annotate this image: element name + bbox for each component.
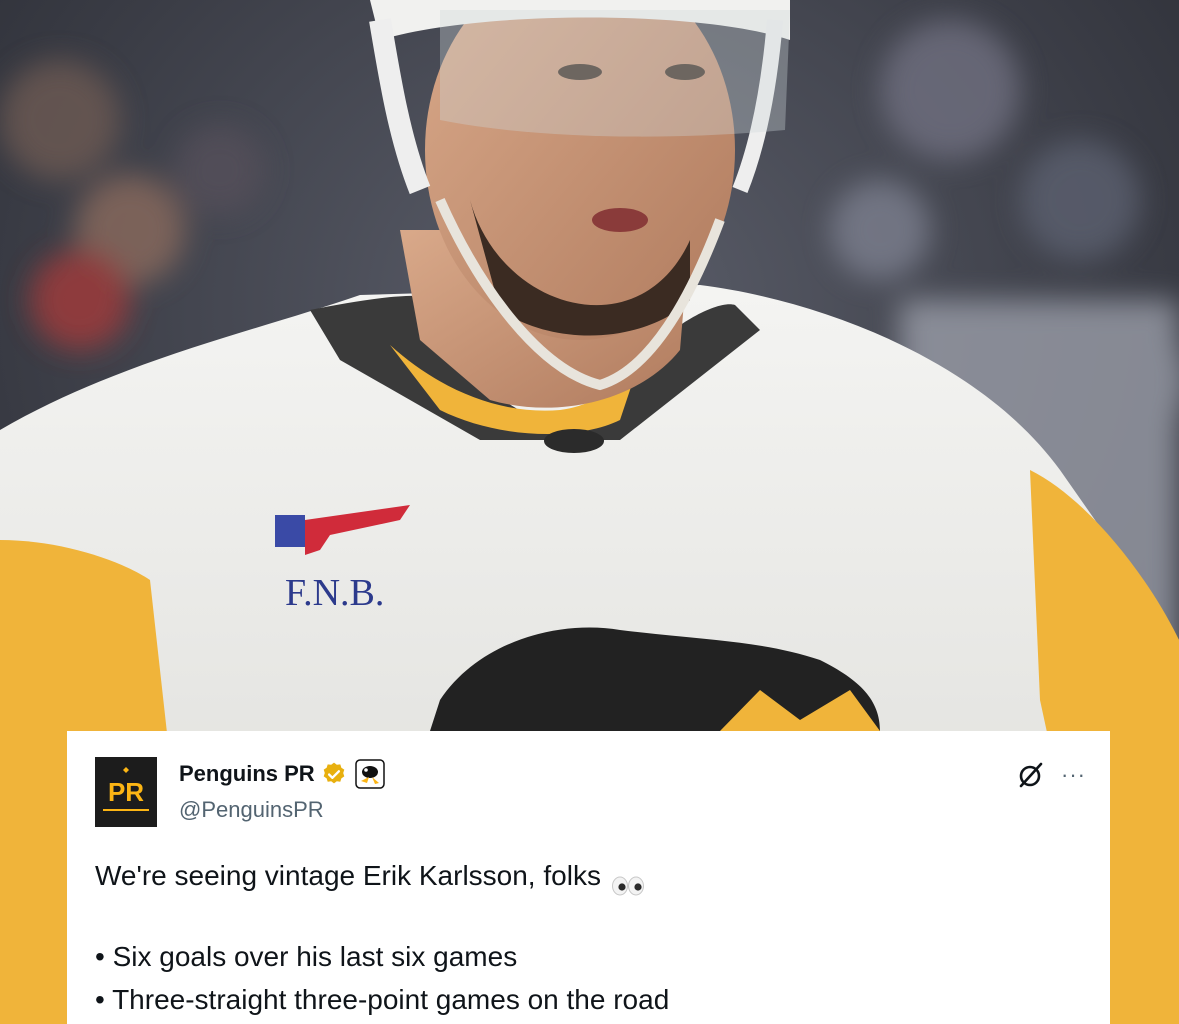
tweet-actions: ··· xyxy=(1015,759,1086,791)
avatar-text: PR xyxy=(108,777,144,807)
eyes-emoji-icon xyxy=(611,867,645,896)
penguins-logo-icon[interactable] xyxy=(354,759,385,789)
avatar[interactable]: PR xyxy=(95,757,157,827)
tweet-text: We're seeing vintage Erik Karlsson, folk… xyxy=(95,855,1082,1021)
grok-icon[interactable] xyxy=(1015,759,1047,791)
verified-badge-icon xyxy=(321,761,347,787)
tweet-bullet-list: • Six goals over his last six games • Th… xyxy=(95,935,1082,1021)
display-name[interactable]: Penguins PR xyxy=(179,761,315,787)
tweet-headline-text: We're seeing vintage Erik Karlsson, folk… xyxy=(95,860,601,891)
tweet-headline: We're seeing vintage Erik Karlsson, folk… xyxy=(95,855,1082,897)
list-item: • Six goals over his last six games xyxy=(95,941,518,972)
jersey-sponsor-text: F.N.B. xyxy=(285,572,384,614)
author-name-row: Penguins PR xyxy=(179,759,385,789)
tweet-card[interactable]: PR Penguins PR @PenguinsPR ··· We're see… xyxy=(67,731,1110,1024)
handle[interactable]: @PenguinsPR xyxy=(179,797,324,823)
list-item: • Three-straight three-point games on th… xyxy=(95,984,670,1015)
more-options-icon[interactable]: ··· xyxy=(1061,764,1086,786)
screenshot: F.N.B. PR Penguins PR @PenguinsPR ··· We… xyxy=(0,0,1179,1024)
